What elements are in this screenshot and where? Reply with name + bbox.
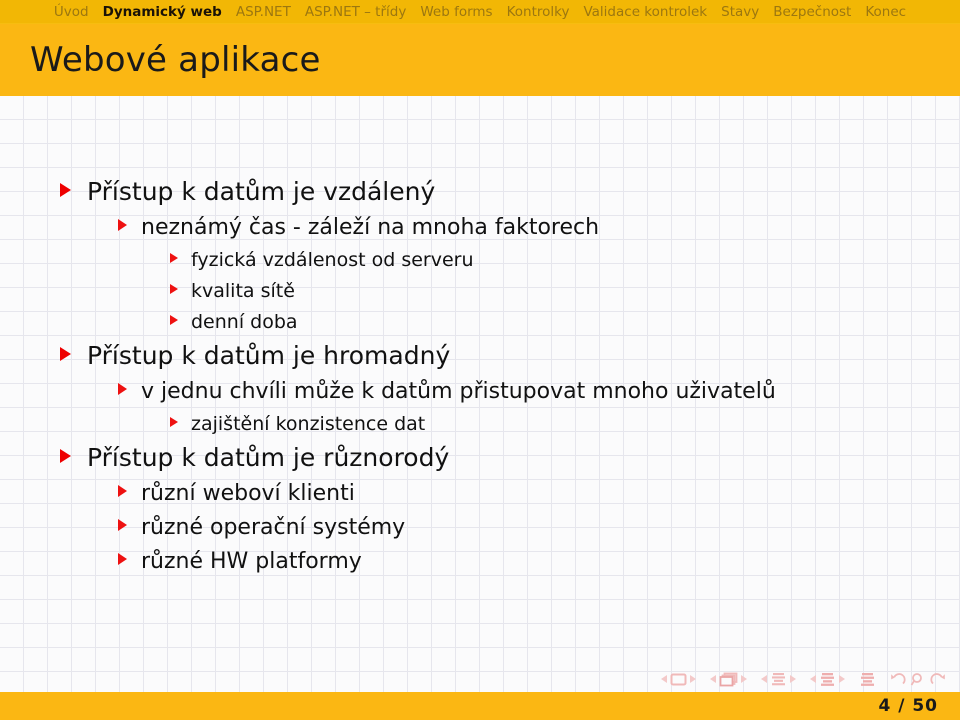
- nav-item-6[interactable]: Validace kontrolek: [576, 0, 714, 24]
- prev-section-icon[interactable]: [810, 675, 816, 683]
- bullet-item-level-1: Přístup k datům je různorodý: [0, 440, 960, 476]
- page-title: Webové aplikace: [30, 40, 321, 80]
- forward-icon[interactable]: [929, 672, 946, 687]
- bullet-item-level-3: denní doba: [0, 307, 960, 337]
- nav-item-7[interactable]: Stavy: [714, 0, 766, 24]
- bullet-label: různí weboví klienti: [141, 481, 355, 506]
- prev-frame-icon[interactable]: [710, 675, 716, 683]
- section-nav-group: [810, 672, 845, 687]
- nav-item-2[interactable]: ASP.NET: [229, 0, 298, 24]
- bullet-label: kvalita sítě: [191, 280, 295, 302]
- bullet-triangle-icon: [170, 284, 178, 294]
- nav-item-8[interactable]: Bezpečnost: [766, 0, 858, 24]
- bullet-item-level-2: různé operační systémy: [0, 511, 960, 544]
- bullet-list: Přístup k datům je vzdálený neznámý čas -…: [0, 174, 960, 579]
- section-icon[interactable]: [819, 672, 836, 687]
- nav-item-4[interactable]: Web forms: [413, 0, 499, 24]
- bullet-triangle-icon: [118, 553, 127, 565]
- bullet-item-level-1: Přístup k datům je hromadný: [0, 338, 960, 374]
- bullet-triangle-icon: [60, 183, 71, 197]
- presentation-icon[interactable]: [859, 672, 876, 687]
- bullet-label: neznámý čas - záleží na mnoha faktorech: [141, 215, 600, 240]
- search-icon[interactable]: [910, 672, 926, 687]
- presentation-nav-group: [859, 672, 876, 687]
- slide-body: Přístup k datům je vzdálený neznámý čas -…: [0, 96, 960, 692]
- nav-item-5[interactable]: Kontrolky: [500, 0, 577, 24]
- bullet-label: Přístup k datům je různorodý: [87, 443, 450, 472]
- bullet-triangle-icon: [60, 347, 71, 361]
- bullet-triangle-icon: [118, 485, 127, 497]
- subsection-icon[interactable]: [770, 672, 787, 687]
- nav-item-0[interactable]: Úvod: [47, 0, 96, 24]
- next-subsection-icon[interactable]: [790, 675, 796, 683]
- bullet-triangle-icon: [170, 315, 178, 325]
- bullet-triangle-icon: [170, 253, 178, 263]
- bullet-item-level-3: fyzická vzdálenost od serveru: [0, 245, 960, 275]
- bullet-triangle-icon: [118, 219, 127, 231]
- bullet-label: různé operační systémy: [141, 515, 406, 540]
- next-slide-icon[interactable]: [690, 675, 696, 683]
- beamer-navigation-symbols: [661, 668, 946, 690]
- next-frame-icon[interactable]: [741, 675, 747, 683]
- history-nav-group: [890, 672, 946, 687]
- bullet-triangle-icon: [118, 519, 127, 531]
- bullet-label: denní doba: [191, 311, 298, 333]
- slide-nav-group: [661, 673, 696, 686]
- bullet-item-level-3: kvalita sítě: [0, 276, 960, 306]
- bullet-triangle-icon: [118, 383, 127, 395]
- page-number: 4 / 50: [878, 696, 938, 716]
- bullet-label: fyzická vzdálenost od serveru: [191, 249, 474, 271]
- footer-bar: 4 / 50: [0, 692, 960, 720]
- bullet-item-level-2: neznámý čas - záleží na mnoha faktorech: [0, 211, 960, 244]
- subsection-nav-group: [761, 672, 796, 687]
- nav-item-9[interactable]: Konec: [858, 0, 913, 24]
- frame-nav-group: [710, 672, 747, 687]
- back-icon[interactable]: [890, 672, 907, 687]
- bullet-item-level-1: Přístup k datům je vzdálený: [0, 174, 960, 210]
- nav-item-1[interactable]: Dynamický web: [96, 0, 229, 24]
- nav-item-3[interactable]: ASP.NET – třídy: [298, 0, 414, 24]
- next-section-icon[interactable]: [839, 675, 845, 683]
- section-navigation-bar: Úvod Dynamický web ASP.NET ASP.NET – třídy W…: [0, 0, 960, 24]
- slide-icon[interactable]: [670, 673, 687, 686]
- bullet-label: Přístup k datům je vzdálený: [87, 177, 436, 206]
- bullet-item-level-2: různé HW platformy: [0, 545, 960, 578]
- bullet-triangle-icon: [60, 449, 71, 463]
- bullet-item-level-3: zajištění konzistence dat: [0, 409, 960, 439]
- bullet-label: v jednu chvíli může k datům přistupovat …: [141, 379, 776, 404]
- slide-title-bar: Webové aplikace: [0, 24, 960, 96]
- bullet-triangle-icon: [170, 417, 178, 427]
- bullet-label: Přístup k datům je hromadný: [87, 341, 451, 370]
- bullet-item-level-2: různí weboví klienti: [0, 477, 960, 510]
- prev-subsection-icon[interactable]: [761, 675, 767, 683]
- bullet-item-level-2: v jednu chvíli může k datům přistupovat …: [0, 375, 960, 408]
- slide: Úvod Dynamický web ASP.NET ASP.NET – třídy W…: [0, 0, 960, 720]
- prev-slide-icon[interactable]: [661, 675, 667, 683]
- bullet-label: zajištění konzistence dat: [191, 413, 426, 435]
- frame-icon[interactable]: [719, 672, 738, 687]
- bullet-label: různé HW platformy: [141, 549, 362, 574]
